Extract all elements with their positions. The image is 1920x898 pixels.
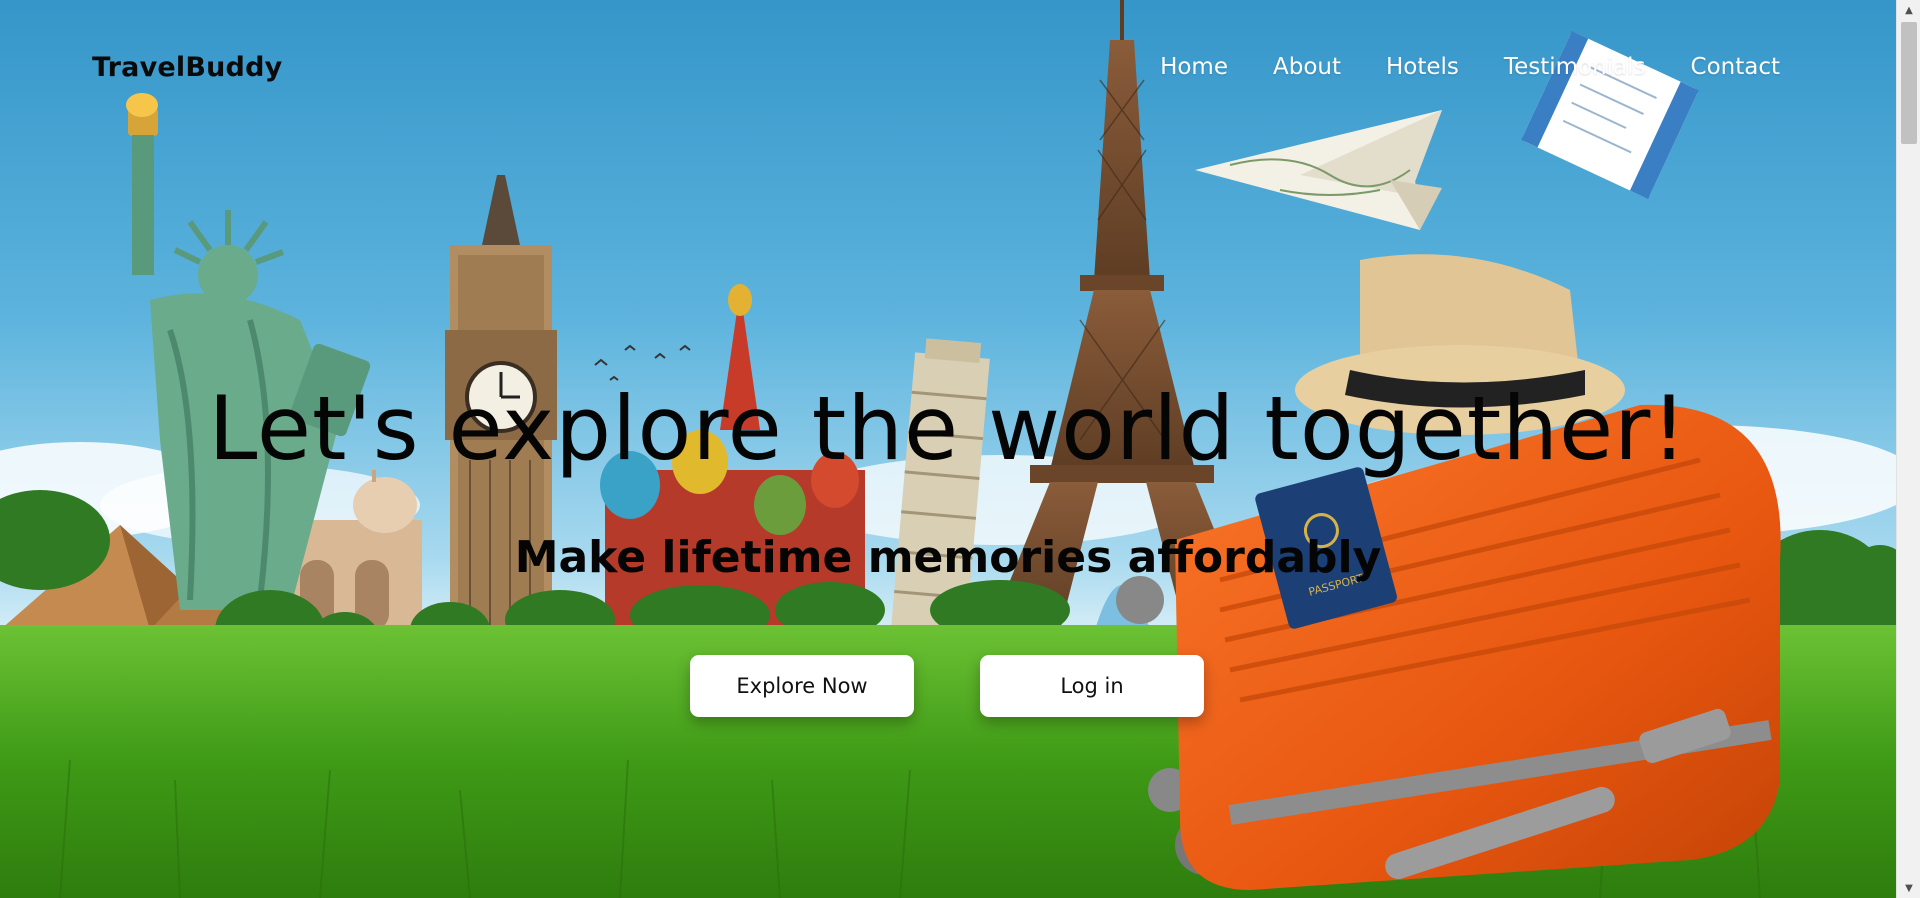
scrollbar-thumb[interactable] [1901, 22, 1917, 144]
nav-links: Home About Hotels Testimonials Contact [1160, 54, 1780, 80]
hero-title: Let's explore the world together! [208, 377, 1688, 480]
scroll-up-arrow-icon[interactable]: ▲ [1897, 0, 1920, 20]
explore-now-button[interactable]: Explore Now [690, 655, 914, 717]
nav-link-home[interactable]: Home [1160, 54, 1228, 80]
brand-logo[interactable]: TravelBuddy [92, 52, 282, 83]
page-viewport: PASSPORT TravelBuddy Home About Hotels T… [0, 0, 1896, 898]
vertical-scrollbar[interactable]: ▲ ▼ [1896, 0, 1920, 898]
login-button[interactable]: Log in [980, 655, 1204, 717]
nav-link-about[interactable]: About [1273, 54, 1341, 80]
nav-link-hotels[interactable]: Hotels [1386, 54, 1459, 80]
top-navbar: TravelBuddy Home About Hotels Testimonia… [0, 0, 1896, 140]
hero-subtitle: Make lifetime memories affordably [514, 532, 1382, 583]
scroll-down-arrow-icon[interactable]: ▼ [1897, 878, 1920, 898]
nav-link-contact[interactable]: Contact [1691, 54, 1780, 80]
nav-link-testimonials[interactable]: Testimonials [1504, 54, 1646, 80]
